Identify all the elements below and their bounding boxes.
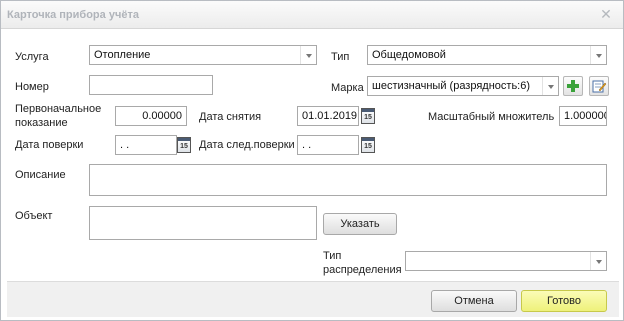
chevron-down-icon[interactable] [300,46,316,64]
number-field[interactable] [89,75,213,95]
edit-icon [592,80,607,93]
type-value: Общедомовой [372,49,446,61]
initial-reading-field[interactable]: 0.00000 [115,106,187,126]
number-label: Номер [15,81,49,93]
done-button[interactable]: Готово [521,290,607,312]
cancel-button[interactable]: Отмена [431,290,517,312]
verification-date-label: Дата поверки [15,139,84,151]
object-label: Объект [15,210,53,222]
removal-date-field[interactable]: 01.01.2019 [297,106,359,126]
calendar-icon[interactable]: 15 [361,137,375,153]
scale-factor-label: Масштабный множитель [428,111,555,123]
form-area: Услуга Отопление Тип Общедомовой Номер М… [7,31,619,281]
close-icon[interactable]: ✕ [599,7,613,21]
description-label: Описание [15,169,66,181]
title-bar: Карточка прибора учёта ✕ [1,1,623,29]
initial-reading-label: Первоначальное показание [15,103,102,129]
meter-card-dialog: Карточка прибора учёта ✕ Услуга Отоплени… [0,0,624,321]
chevron-down-icon[interactable] [590,46,606,64]
description-field[interactable] [89,164,607,196]
distribution-type-select[interactable] [405,251,607,271]
chevron-down-icon[interactable] [542,77,558,95]
chevron-down-icon[interactable] [590,252,606,270]
specify-button[interactable]: Указать [323,213,397,235]
brand-label: Марка [331,82,364,94]
verification-date-field[interactable]: . . [115,135,177,155]
service-label: Услуга [15,51,49,63]
edit-brand-button[interactable] [589,76,609,96]
service-select[interactable]: Отопление [89,45,317,65]
brand-select[interactable]: шестизначный (разрядность:6) [367,76,559,96]
calendar-icon[interactable]: 15 [361,108,375,124]
distribution-type-label: Тип распределения [323,250,402,276]
type-label: Тип [331,51,350,63]
next-verification-date-field[interactable]: . . [297,135,359,155]
service-value: Отопление [94,49,151,61]
add-brand-button[interactable] [563,76,583,96]
brand-value: шестизначный (разрядность:6) [372,80,531,92]
dialog-title: Карточка прибора учёта [7,9,139,21]
calendar-icon[interactable]: 15 [177,137,191,153]
dialog-footer: Отмена Готово [7,281,619,317]
next-verification-date-label: Дата след.поверки [199,139,295,151]
scale-factor-field[interactable]: 1.000000 [559,106,607,126]
add-icon [567,80,579,92]
type-select[interactable]: Общедомовой [367,45,607,65]
removal-date-label: Дата снятия [199,111,262,123]
object-field[interactable] [89,206,317,240]
